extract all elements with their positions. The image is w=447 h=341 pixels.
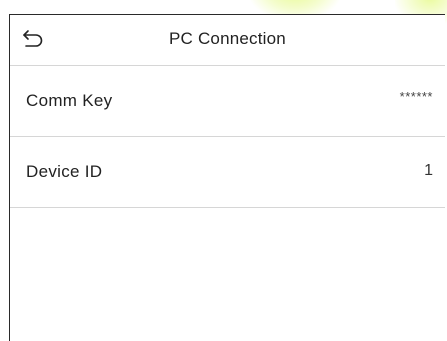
setting-row-device-id[interactable]: Device ID 1: [10, 137, 445, 207]
device-id-label: Device ID: [26, 162, 103, 181]
comm-key-label: Comm Key: [26, 91, 113, 110]
device-screen: PC Connection Comm Key ****** Device ID …: [9, 14, 445, 341]
comm-key-value: ******: [399, 89, 433, 104]
page-title: PC Connection: [169, 29, 286, 48]
screen-header: PC Connection: [10, 15, 445, 65]
setting-row-comm-key[interactable]: Comm Key ******: [10, 66, 445, 136]
divider: [10, 207, 445, 208]
app-canvas: PC Connection Comm Key ****** Device ID …: [0, 0, 447, 341]
device-id-value: 1: [424, 162, 433, 179]
